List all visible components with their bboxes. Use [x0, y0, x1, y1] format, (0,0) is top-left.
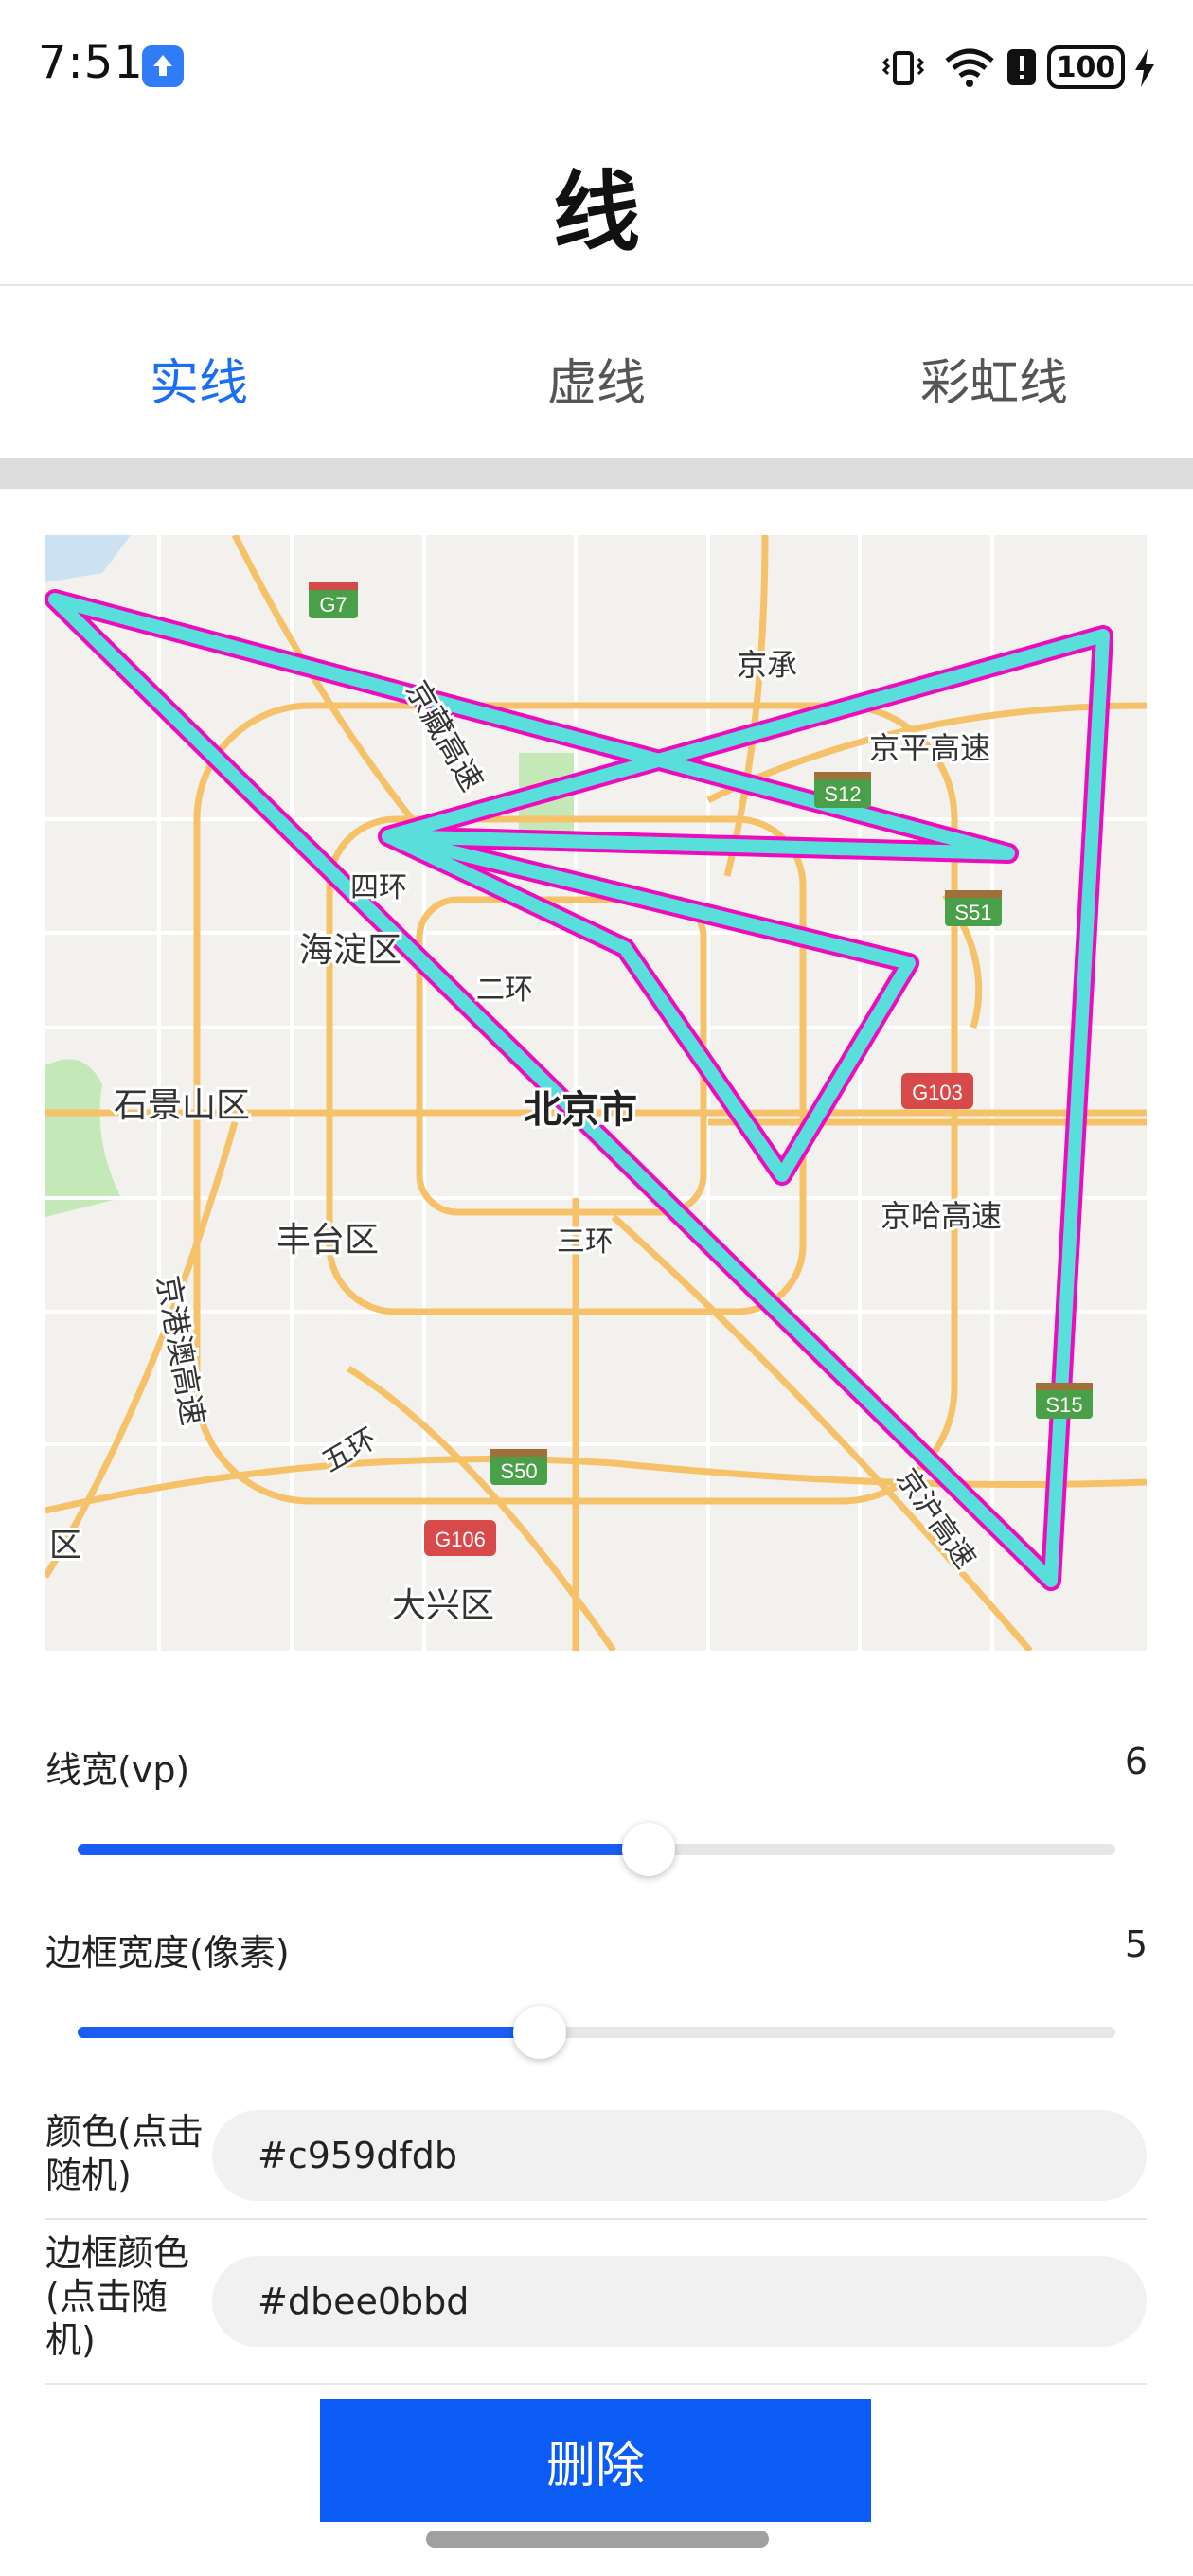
- shield-g103: G103: [912, 1081, 963, 1104]
- shield-s12: S12: [824, 782, 861, 806]
- label-erhuan: 二环: [476, 974, 533, 1007]
- tab-solid-line[interactable]: 实线: [0, 343, 398, 414]
- border-width-slider[interactable]: [78, 2006, 1115, 2059]
- label-daxing: 大兴区: [392, 1586, 494, 1625]
- label-jingha: 京哈高速: [881, 1198, 1002, 1234]
- map-view[interactable]: G7 S12 S51 G103 S15 S50 G106 京平高速 京承 京藏高…: [45, 535, 1147, 1651]
- home-indicator[interactable]: [426, 2531, 769, 2548]
- label-wuhuan: 五环: [317, 1422, 383, 1479]
- line-color-label: 颜色(点击随机): [45, 2111, 204, 2196]
- app-badge-icon: [142, 45, 184, 87]
- tab-bar-separator: [0, 458, 1193, 489]
- border-width-label: 边框宽度(像素): [45, 1932, 290, 1974]
- label-sihuan: 四环: [350, 871, 407, 904]
- label-haidian: 海淀区: [299, 931, 401, 970]
- page-title: 线: [552, 162, 640, 263]
- line-width-value: 6: [1124, 1741, 1148, 1782]
- shield-g106: G106: [435, 1528, 486, 1551]
- battery-icon: 100: [1047, 45, 1125, 89]
- line-width-label: 线宽(vp): [45, 1749, 190, 1791]
- line-width-slider[interactable]: [78, 1823, 1115, 1876]
- tab-dashed-line[interactable]: 虚线: [398, 343, 795, 414]
- title-divider: [0, 284, 1193, 286]
- shield-g7: G7: [319, 593, 347, 617]
- row-divider: [45, 2218, 1147, 2220]
- shield-s15: S15: [1045, 1393, 1082, 1417]
- tab-rainbow-line[interactable]: 彩虹线: [795, 343, 1193, 414]
- border-width-slider-thumb[interactable]: [512, 2006, 566, 2059]
- status-time: 7:51: [38, 36, 144, 89]
- line-width-slider-thumb[interactable]: [621, 1823, 675, 1876]
- label-fengtai: 丰台区: [276, 1221, 379, 1260]
- row-divider: [45, 2383, 1147, 2385]
- label-jingping: 京平高速: [869, 730, 990, 766]
- line-width-slider-fill: [78, 1844, 649, 1855]
- vibrate-icon: [881, 47, 926, 89]
- label-jingcheng: 京承: [737, 647, 797, 683]
- border-color-label: 边框颜色(点击随机): [45, 2232, 190, 2361]
- border-color-input[interactable]: #dbee0bbd: [212, 2256, 1147, 2347]
- label-edge-district: 区: [49, 1527, 81, 1565]
- label-shijingshan: 石景山区: [114, 1086, 250, 1125]
- border-width-slider-fill: [78, 2027, 540, 2038]
- line-color-input[interactable]: #c959dfdb: [212, 2110, 1147, 2201]
- label-beijing: 北京市: [524, 1088, 637, 1132]
- alert-icon: [1006, 47, 1038, 87]
- border-width-value: 5: [1124, 1923, 1148, 1965]
- delete-button[interactable]: 删除: [320, 2399, 871, 2522]
- shield-s50: S50: [500, 1459, 537, 1483]
- shield-s51: S51: [954, 901, 991, 924]
- label-sanhuan: 三环: [557, 1225, 614, 1259]
- wifi-icon: [943, 45, 996, 89]
- charging-icon: [1132, 47, 1157, 89]
